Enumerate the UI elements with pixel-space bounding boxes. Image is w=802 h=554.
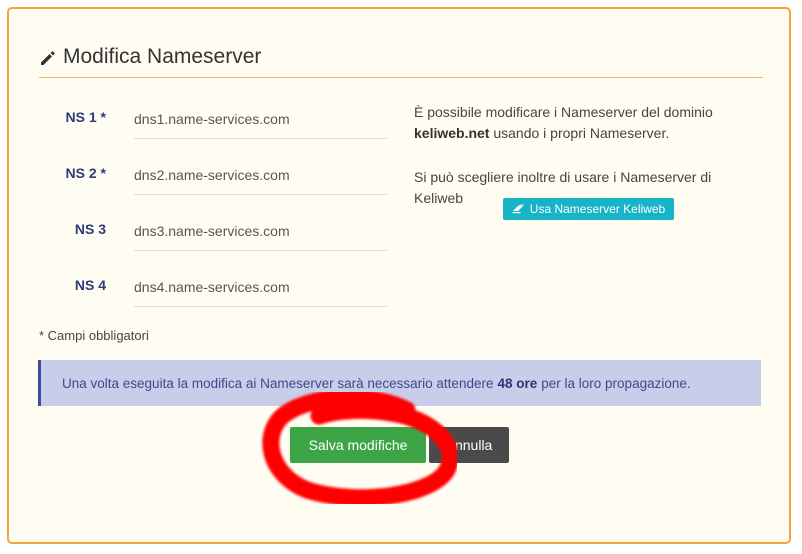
ns3-row: NS 3 bbox=[39, 211, 387, 251]
ns2-row: NS 2 * bbox=[39, 155, 387, 195]
ns4-row: NS 4 bbox=[39, 267, 387, 307]
pencil-icon bbox=[41, 51, 55, 65]
info-line1-prefix: È possibile modificare i Nameserver del … bbox=[414, 104, 713, 120]
ns3-label: NS 3 bbox=[74, 221, 106, 237]
alert-highlight: 48 ore bbox=[497, 375, 538, 391]
save-button[interactable]: Salva modifiche bbox=[290, 427, 426, 463]
info-paragraph-1: È possibile modificare i Nameserver del … bbox=[414, 102, 754, 144]
ns1-input[interactable] bbox=[134, 99, 387, 139]
required-fields-note: * Campi obbligatori bbox=[39, 328, 149, 343]
ns4-input[interactable] bbox=[134, 267, 387, 307]
keliweb-button-label: Usa Nameserver Keliweb bbox=[529, 202, 666, 216]
domain-name: keliweb.net bbox=[414, 125, 490, 141]
ns2-label: NS 2 * bbox=[65, 165, 106, 181]
ns1-label: NS 1 * bbox=[65, 109, 106, 125]
use-keliweb-nameserver-button[interactable]: Usa Nameserver Keliweb bbox=[503, 198, 674, 220]
ns4-label: NS 4 bbox=[74, 277, 106, 293]
ns2-input[interactable] bbox=[134, 155, 387, 195]
page-title: Modifica Nameserver bbox=[63, 45, 262, 68]
ns1-row: NS 1 * bbox=[39, 99, 387, 139]
nameserver-panel: Modifica Nameserver NS 1 * NS 2 * NS 3 N… bbox=[7, 7, 791, 544]
propagation-alert: Una volta eseguita la modifica ai Namese… bbox=[38, 360, 761, 406]
alert-suffix: per la loro propagazione. bbox=[541, 375, 691, 391]
cancel-button[interactable]: Annulla bbox=[429, 427, 509, 463]
alert-prefix: Una volta eseguita la modifica ai Namese… bbox=[62, 375, 494, 391]
panel-header: Modifica Nameserver bbox=[39, 39, 763, 78]
ns3-input[interactable] bbox=[134, 211, 387, 251]
info-line1-suffix: usando i propri Nameserver. bbox=[493, 125, 670, 141]
eraser-icon bbox=[512, 204, 525, 214]
